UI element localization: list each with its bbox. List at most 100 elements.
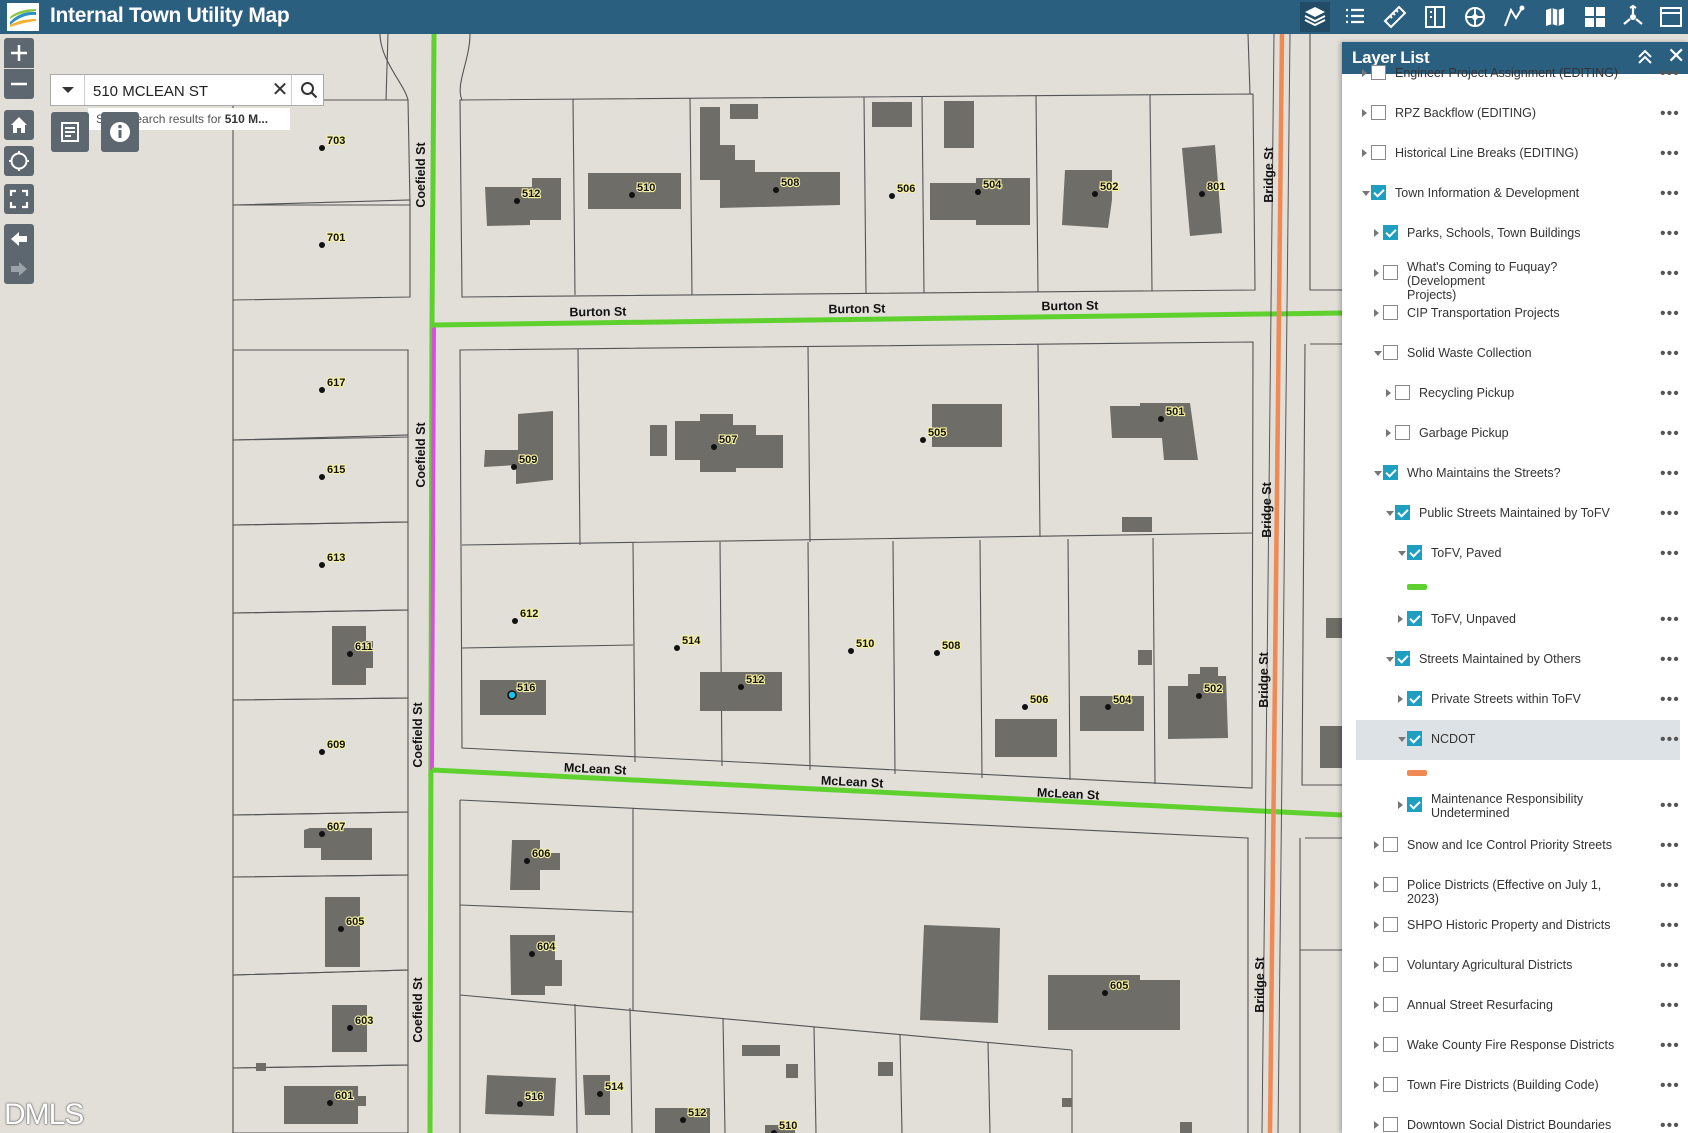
- layer-row[interactable]: Who Maintains the Streets? •••: [1342, 454, 1688, 494]
- caret-right-icon[interactable]: [1362, 69, 1367, 77]
- address-point[interactable]: [934, 650, 940, 656]
- more-options-icon[interactable]: •••: [1660, 1037, 1680, 1055]
- address-point[interactable]: [319, 145, 325, 151]
- caret-right-icon[interactable]: [1374, 1001, 1379, 1009]
- layer-row[interactable]: Public Streets Maintained by ToFV •••: [1342, 494, 1688, 534]
- more-options-icon[interactable]: •••: [1660, 145, 1680, 163]
- layer-visibility-checkbox[interactable]: [1371, 185, 1386, 200]
- grid-tool-button[interactable]: [1618, 2, 1648, 32]
- address-point[interactable]: [319, 831, 325, 837]
- layer-visibility-checkbox[interactable]: [1371, 65, 1386, 80]
- address-point[interactable]: [512, 618, 518, 624]
- caret-right-icon[interactable]: [1362, 149, 1367, 157]
- draw-tool-button[interactable]: [1500, 2, 1530, 32]
- address-point[interactable]: [1022, 704, 1028, 710]
- address-point[interactable]: [514, 198, 520, 204]
- layer-visibility-checkbox[interactable]: [1383, 957, 1398, 972]
- measure-tool-button[interactable]: [1380, 2, 1410, 32]
- layer-row[interactable]: Voluntary Agricultural Districts •••: [1342, 946, 1688, 986]
- more-options-icon[interactable]: •••: [1660, 505, 1680, 523]
- caret-down-icon[interactable]: [1374, 471, 1382, 476]
- layer-visibility-checkbox[interactable]: [1383, 837, 1398, 852]
- caret-right-icon[interactable]: [1374, 1121, 1379, 1129]
- more-options-icon[interactable]: •••: [1660, 611, 1680, 629]
- layer-visibility-checkbox[interactable]: [1383, 877, 1398, 892]
- layer-visibility-checkbox[interactable]: [1383, 1117, 1398, 1132]
- layer-visibility-checkbox[interactable]: [1407, 691, 1422, 706]
- bookmark-tool-button[interactable]: [1580, 2, 1610, 32]
- more-options-icon[interactable]: •••: [1660, 797, 1680, 815]
- search-source-dropdown[interactable]: [51, 75, 85, 105]
- caret-down-icon[interactable]: [1374, 351, 1382, 356]
- my-location-button[interactable]: [4, 146, 34, 176]
- caret-right-icon[interactable]: [1374, 269, 1379, 277]
- caret-down-icon[interactable]: [1398, 737, 1406, 742]
- more-options-icon[interactable]: •••: [1660, 345, 1680, 363]
- address-point[interactable]: [1196, 693, 1202, 699]
- address-point[interactable]: [889, 193, 895, 199]
- more-options-icon[interactable]: •••: [1660, 385, 1680, 403]
- caret-right-icon[interactable]: [1398, 801, 1403, 809]
- share-tool-button[interactable]: [1656, 2, 1686, 32]
- caret-right-icon[interactable]: [1374, 229, 1379, 237]
- layer-visibility-checkbox[interactable]: [1383, 265, 1398, 280]
- layer-row[interactable]: Police Districts (Effective on July 1, 2…: [1342, 866, 1688, 906]
- layer-visibility-checkbox[interactable]: [1371, 105, 1386, 120]
- layer-row[interactable]: CIP Transportation Projects •••: [1342, 294, 1688, 334]
- address-point[interactable]: [319, 242, 325, 248]
- layer-row[interactable]: Streets Maintained by Others •••: [1342, 640, 1688, 680]
- layer-row[interactable]: Engineer Project Assignment (EDITING) •••: [1342, 54, 1688, 94]
- address-point[interactable]: [1105, 704, 1111, 710]
- map-view[interactable]: Coefield St Coefield St Coefield St Coefiel…: [0, 34, 1342, 1133]
- address-point[interactable]: [319, 749, 325, 755]
- full-extent-button[interactable]: [4, 184, 34, 214]
- more-options-icon[interactable]: •••: [1660, 731, 1680, 749]
- layer-visibility-checkbox[interactable]: [1383, 305, 1398, 320]
- caret-right-icon[interactable]: [1398, 695, 1403, 703]
- layer-row[interactable]: Snow and Ice Control Priority Streets •••: [1342, 826, 1688, 866]
- more-options-icon[interactable]: •••: [1660, 1077, 1680, 1095]
- address-point[interactable]: [1158, 416, 1164, 422]
- address-point[interactable]: [711, 444, 717, 450]
- address-point[interactable]: [511, 464, 517, 470]
- address-point[interactable]: [347, 1025, 353, 1031]
- caret-right-icon[interactable]: [1386, 429, 1391, 437]
- layer-visibility-checkbox[interactable]: [1371, 145, 1386, 160]
- layer-visibility-checkbox[interactable]: [1395, 651, 1410, 666]
- caret-right-icon[interactable]: [1374, 1081, 1379, 1089]
- address-point[interactable]: [848, 648, 854, 654]
- layer-row[interactable]: Town Fire Districts (Building Code) •••: [1342, 1066, 1688, 1106]
- more-options-icon[interactable]: •••: [1660, 837, 1680, 855]
- more-options-icon[interactable]: •••: [1660, 425, 1680, 443]
- layer-row[interactable]: Recycling Pickup •••: [1342, 374, 1688, 414]
- address-point[interactable]: [319, 562, 325, 568]
- layer-row[interactable]: RPZ Backflow (EDITING) •••: [1342, 94, 1688, 134]
- previous-extent-button[interactable]: [4, 224, 34, 254]
- caret-down-icon[interactable]: [1386, 657, 1394, 662]
- more-options-icon[interactable]: •••: [1660, 465, 1680, 483]
- layer-row[interactable]: What's Coming to Fuquay? (Development Pro…: [1342, 254, 1688, 302]
- more-options-icon[interactable]: •••: [1660, 185, 1680, 203]
- layer-visibility-checkbox[interactable]: [1383, 997, 1398, 1012]
- address-point[interactable]: [338, 926, 344, 932]
- caret-right-icon[interactable]: [1398, 615, 1403, 623]
- layer-visibility-checkbox[interactable]: [1383, 225, 1398, 240]
- address-point[interactable]: [529, 951, 535, 957]
- layer-row[interactable]: Parks, Schools, Town Buildings •••: [1342, 214, 1688, 254]
- layer-visibility-checkbox[interactable]: [1383, 1037, 1398, 1052]
- print-tool-button[interactable]: [1420, 2, 1450, 32]
- address-point[interactable]: [674, 645, 680, 651]
- more-options-icon[interactable]: •••: [1660, 265, 1680, 283]
- basemap-tool-button[interactable]: [1460, 2, 1490, 32]
- layer-visibility-checkbox[interactable]: [1383, 917, 1398, 932]
- layer-row[interactable]: ToFV, Unpaved •••: [1342, 600, 1688, 640]
- caret-right-icon[interactable]: [1362, 109, 1367, 117]
- layer-row[interactable]: Solid Waste Collection •••: [1342, 334, 1688, 374]
- zoom-in-button[interactable]: [4, 38, 34, 68]
- layer-visibility-checkbox[interactable]: [1395, 385, 1410, 400]
- caret-down-icon[interactable]: [1398, 551, 1406, 556]
- layer-row[interactable]: Downtown Social District Boundaries •••: [1342, 1106, 1688, 1133]
- layer-visibility-checkbox[interactable]: [1395, 505, 1410, 520]
- caret-right-icon[interactable]: [1374, 881, 1379, 889]
- map-canvas[interactable]: Coefield St Coefield St Coefield St Coefiel…: [0, 34, 1342, 1133]
